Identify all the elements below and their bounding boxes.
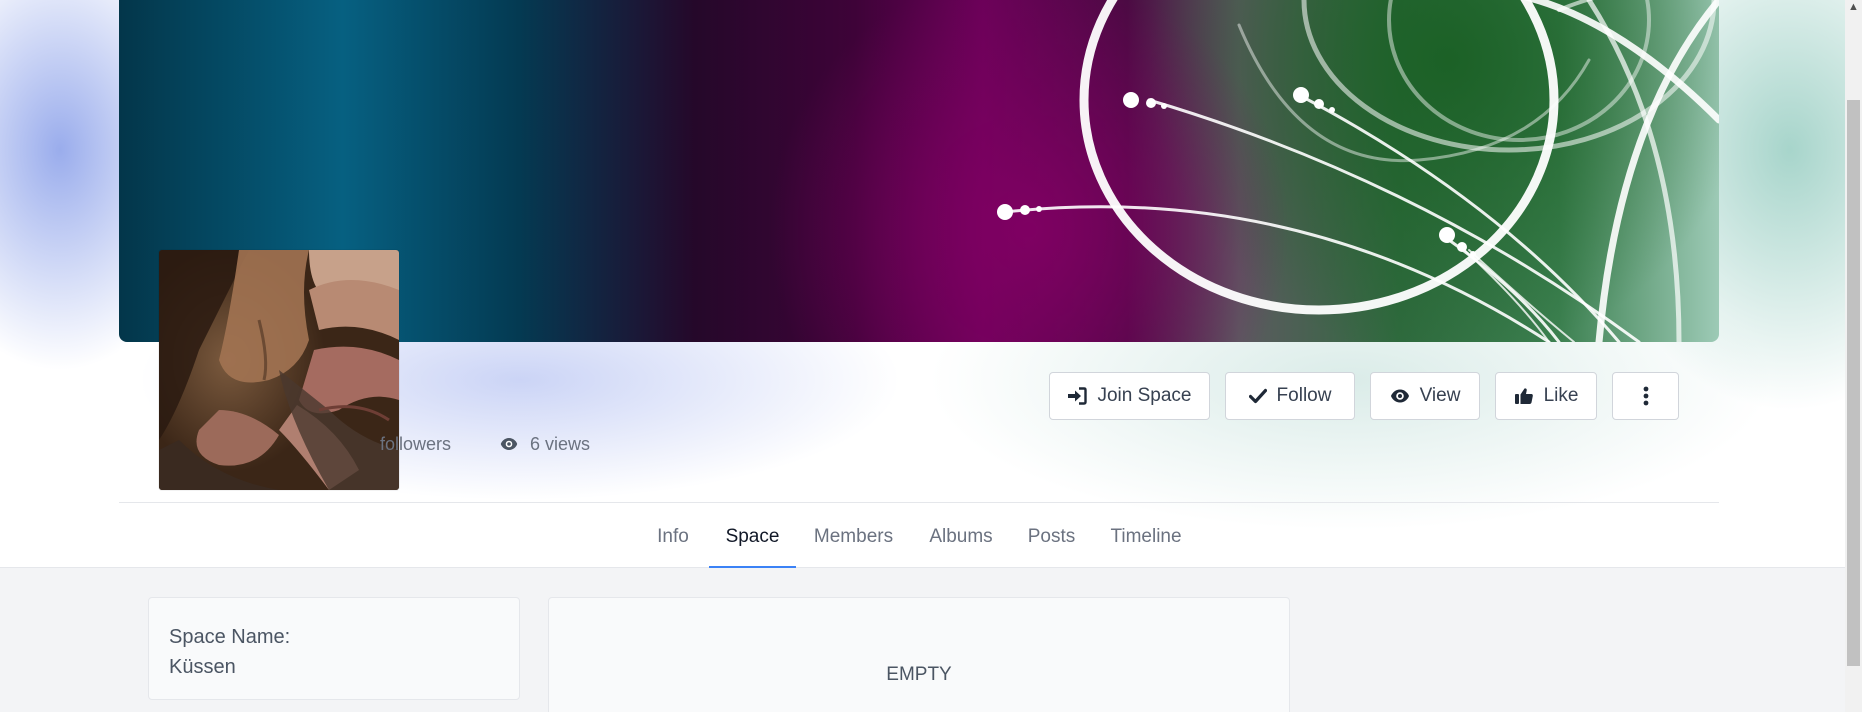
eye-icon — [500, 437, 518, 451]
tab-bar: Info Space Members Albums Posts Timeline — [0, 503, 1845, 568]
like-button[interactable]: Like — [1495, 372, 1597, 420]
vertical-scrollbar[interactable]: ▲ — [1845, 0, 1862, 712]
empty-state-text: EMPTY — [886, 664, 952, 685]
view-button[interactable]: View — [1370, 372, 1480, 420]
scrollbar-thumb[interactable] — [1847, 100, 1860, 666]
more-options-button[interactable] — [1612, 372, 1679, 420]
space-info-card: Space Name: Küssen — [148, 597, 520, 700]
follow-label: Follow — [1276, 385, 1332, 406]
followers-label: followers — [380, 434, 452, 454]
view-label: View — [1419, 385, 1461, 406]
join-space-button[interactable]: Join Space — [1049, 372, 1210, 420]
join-space-label: Join Space — [1097, 385, 1192, 406]
tab-members[interactable]: Members — [806, 503, 901, 568]
eye-icon — [1390, 388, 1410, 404]
followers-count: followers — [380, 432, 451, 456]
tab-timeline[interactable]: Timeline — [1103, 503, 1189, 568]
tab-info[interactable]: Info — [648, 503, 698, 568]
scroll-up-arrow-icon[interactable]: ▲ — [1845, 0, 1862, 14]
check-icon — [1248, 388, 1267, 404]
ellipsis-vertical-icon — [1643, 386, 1649, 406]
space-content-card: EMPTY — [548, 597, 1290, 712]
sign-in-icon — [1067, 387, 1088, 405]
views-count: 6 views — [500, 432, 590, 456]
space-name-label: Space Name: — [169, 626, 291, 648]
views-label: 6 views — [530, 434, 591, 454]
thumbs-up-icon — [1514, 387, 1534, 405]
like-label: Like — [1543, 385, 1579, 406]
tab-posts[interactable]: Posts — [1022, 503, 1081, 568]
space-name-value: Küssen — [169, 656, 236, 678]
tab-space[interactable]: Space — [709, 503, 796, 568]
tab-albums[interactable]: Albums — [922, 503, 1000, 568]
follow-button[interactable]: Follow — [1225, 372, 1355, 420]
space-avatar[interactable] — [159, 250, 399, 490]
